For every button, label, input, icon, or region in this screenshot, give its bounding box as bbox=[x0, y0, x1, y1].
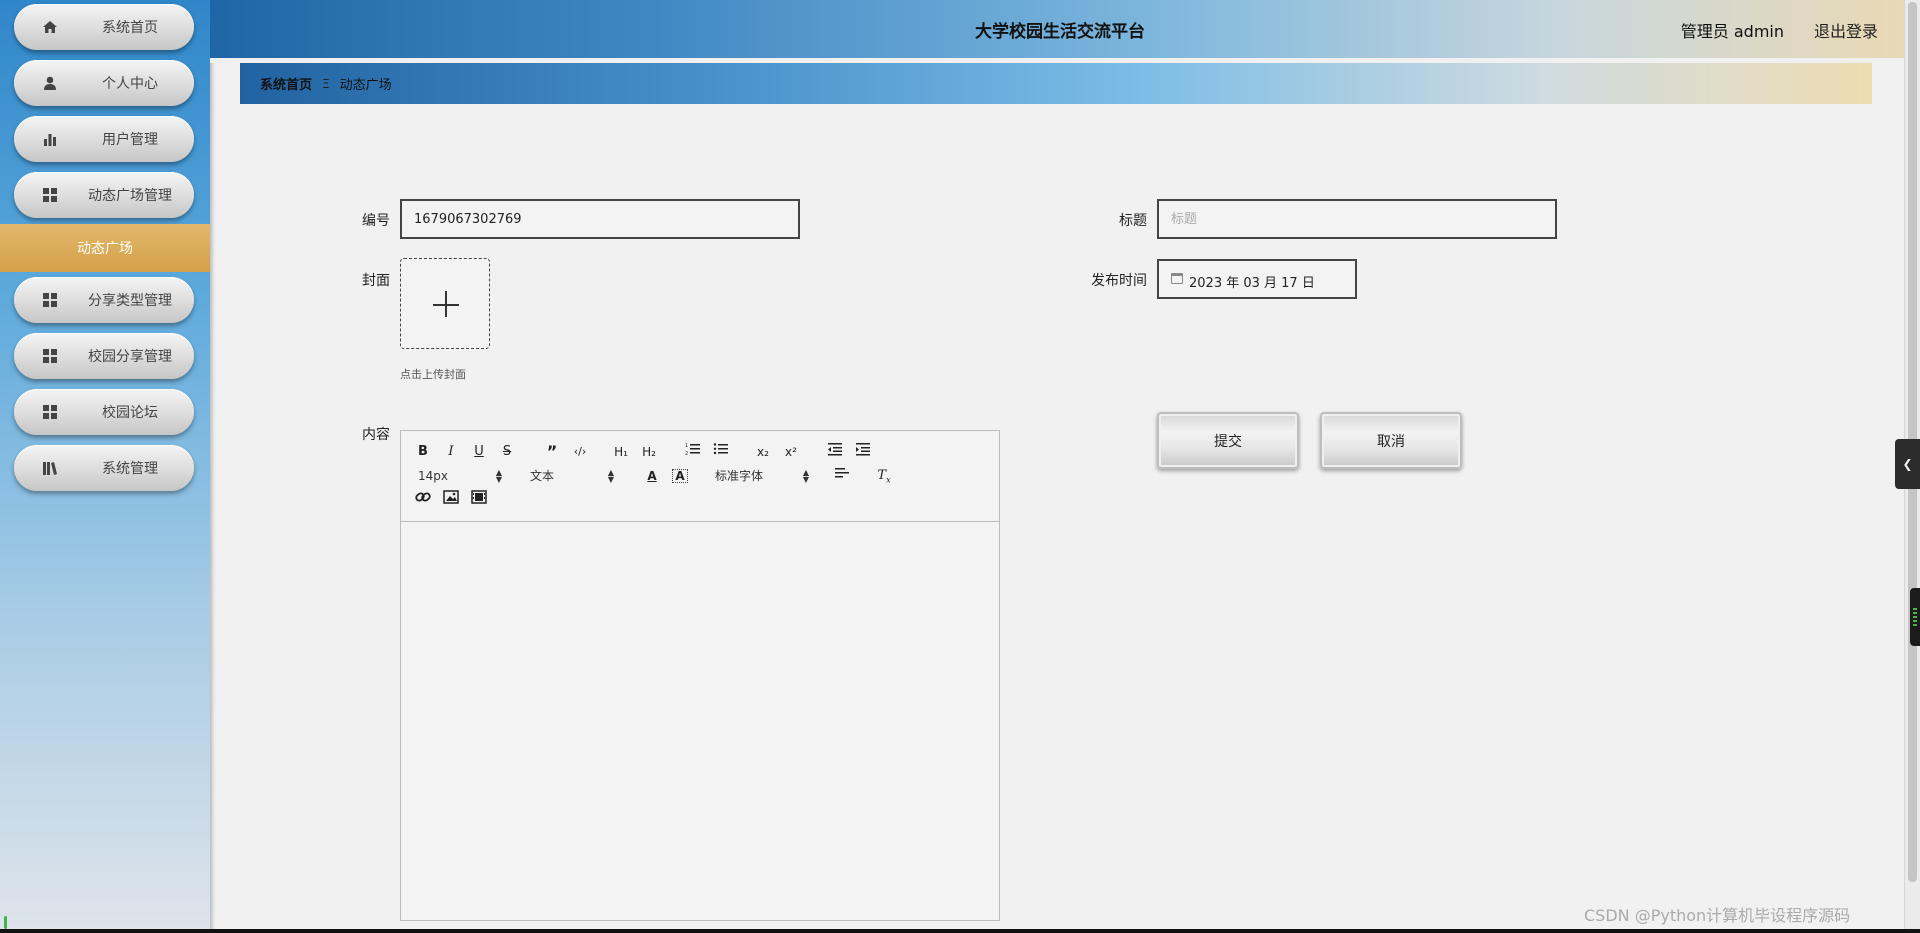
breadcrumb-home[interactable]: 系统首页 bbox=[260, 74, 312, 93]
rich-text-editor: B I U S ” ‹/› H₁ H₂ 12 x₂ x² 14px ▲ ▼ 文本 … bbox=[400, 430, 1000, 921]
sidebar-item-label: 校园论坛 bbox=[102, 405, 158, 421]
grid-icon bbox=[43, 349, 57, 363]
sidebar-item-campus-share-management[interactable]: 校园分享管理 bbox=[14, 333, 194, 379]
block-format-value: 文本 bbox=[530, 469, 555, 483]
logout-link[interactable]: 退出登录 bbox=[1814, 18, 1878, 42]
submit-button[interactable]: 提交 bbox=[1157, 412, 1299, 469]
sidebar-item-label: 系统首页 bbox=[102, 20, 158, 36]
title-input[interactable] bbox=[1157, 199, 1557, 239]
bullet-list-icon[interactable] bbox=[710, 442, 732, 462]
font-size-select[interactable]: 14px ▲ ▼ bbox=[418, 466, 502, 486]
publish-time-value: 2023 年 03 月 17 日 bbox=[1189, 276, 1315, 291]
sidebar-item-system-management[interactable]: 系统管理 bbox=[14, 445, 194, 491]
indent-icon[interactable] bbox=[852, 442, 874, 462]
sidebar-item-label: 校园分享管理 bbox=[88, 349, 172, 365]
bold-icon[interactable]: B bbox=[412, 442, 434, 462]
breadcrumb-separator: Ξ bbox=[322, 76, 330, 91]
font-family-value: 标准字体 bbox=[715, 469, 764, 483]
subscript-icon[interactable]: x₂ bbox=[752, 442, 774, 462]
sidebar-item-label: 分享类型管理 bbox=[88, 293, 172, 309]
superscript-icon[interactable]: x² bbox=[780, 442, 802, 462]
sidebar-item-label: 个人中心 bbox=[102, 76, 158, 92]
sidebar-item-campus-forum[interactable]: 校园论坛 bbox=[14, 389, 194, 435]
image-icon[interactable] bbox=[440, 490, 462, 510]
select-arrows-icon: ▲ ▼ bbox=[495, 468, 502, 484]
font-size-value: 14px bbox=[418, 469, 448, 483]
background-color-icon[interactable]: A bbox=[669, 466, 691, 486]
cover-label: 封面 bbox=[362, 273, 390, 289]
clear-format-icon[interactable]: Tx bbox=[873, 466, 895, 486]
heading2-icon[interactable]: H₂ bbox=[638, 442, 660, 462]
select-arrows-icon: ▲ ▼ bbox=[802, 468, 809, 484]
chevron-left-icon[interactable]: ❮ bbox=[1895, 439, 1920, 489]
cancel-button[interactable]: 取消 bbox=[1320, 412, 1462, 469]
plus-icon-vertical bbox=[445, 291, 447, 317]
publish-time-label: 发布时间 bbox=[1091, 273, 1147, 289]
italic-icon[interactable]: I bbox=[440, 442, 462, 462]
editor-toolbar: B I U S ” ‹/› H₁ H₂ 12 x₂ x² 14px ▲ ▼ 文本 … bbox=[401, 431, 999, 522]
block-format-select[interactable]: 文本 ▲ ▼ bbox=[530, 466, 614, 486]
breadcrumb: 系统首页 Ξ 动态广场 bbox=[240, 63, 1872, 104]
content-label: 内容 bbox=[362, 427, 390, 443]
grid-icon bbox=[43, 293, 57, 307]
underline-icon[interactable]: U bbox=[468, 442, 490, 462]
breadcrumb-current: 动态广场 bbox=[339, 78, 392, 93]
sidebar-item-label: 系统管理 bbox=[102, 461, 158, 477]
sidebar-item-label: 动态广场管理 bbox=[88, 188, 172, 204]
sidebar-subitem-dynamic-square[interactable]: 动态广场 bbox=[0, 224, 210, 272]
align-left-icon[interactable] bbox=[831, 466, 853, 486]
home-icon bbox=[43, 21, 57, 33]
cover-upload-hint: 点击上传封面 bbox=[400, 368, 466, 381]
sidebar-item-personal-center[interactable]: 个人中心 bbox=[14, 60, 194, 106]
bar-chart-icon bbox=[44, 134, 56, 146]
bottom-border bbox=[0, 929, 1920, 933]
calendar-icon bbox=[1171, 273, 1183, 284]
number-label: 编号 bbox=[362, 213, 390, 229]
user-icon bbox=[44, 76, 56, 90]
sidebar-item-dynamic-square-management[interactable]: 动态广场管理 bbox=[14, 172, 194, 218]
font-family-select[interactable]: 标准字体 ▲ ▼ bbox=[715, 466, 809, 486]
font-color-icon[interactable]: A bbox=[641, 466, 663, 486]
svg-text:2: 2 bbox=[685, 451, 688, 456]
number-input[interactable] bbox=[400, 199, 800, 239]
sidebar-item-user-management[interactable]: 用户管理 bbox=[14, 116, 194, 162]
sidebar-item-label: 用户管理 bbox=[102, 132, 158, 148]
grid-icon bbox=[43, 405, 57, 419]
strikethrough-icon[interactable]: S bbox=[496, 442, 518, 462]
floating-widget[interactable] bbox=[1910, 588, 1920, 646]
grid-icon bbox=[43, 188, 57, 202]
app-title: 大学校园生活交流平台 bbox=[975, 22, 1145, 42]
sidebar-item-home[interactable]: 系统首页 bbox=[14, 4, 194, 50]
select-arrows-icon: ▲ ▼ bbox=[607, 468, 614, 484]
status-indicator bbox=[2, 916, 12, 929]
svg-text:1: 1 bbox=[685, 443, 688, 449]
title-label: 标题 bbox=[1119, 213, 1147, 229]
top-header: 大学校园生活交流平台 管理员 admin 退出登录 bbox=[210, 0, 1910, 58]
cover-upload[interactable] bbox=[400, 258, 490, 349]
outdent-icon[interactable] bbox=[824, 442, 846, 462]
link-icon[interactable] bbox=[412, 490, 434, 510]
ordered-list-icon[interactable]: 12 bbox=[682, 442, 704, 462]
publish-time-picker[interactable]: 2023 年 03 月 17 日 bbox=[1157, 259, 1357, 299]
heading1-icon[interactable]: H₁ bbox=[610, 442, 632, 462]
code-block-icon[interactable]: ‹/› bbox=[569, 442, 591, 462]
sidebar-item-share-type-management[interactable]: 分享类型管理 bbox=[14, 277, 194, 323]
current-user: 管理员 admin bbox=[1680, 22, 1784, 41]
watermark: CSDN @Python计算机毕设程序源码 bbox=[1584, 906, 1851, 925]
editor-content-area[interactable] bbox=[401, 522, 999, 920]
library-icon bbox=[43, 462, 57, 475]
sidebar: 系统首页 个人中心 用户管理 动态广场管理 动态广场 分享类型管理 校园分享管理… bbox=[0, 0, 210, 933]
video-icon[interactable] bbox=[468, 490, 490, 510]
blockquote-icon[interactable]: ” bbox=[541, 442, 563, 462]
